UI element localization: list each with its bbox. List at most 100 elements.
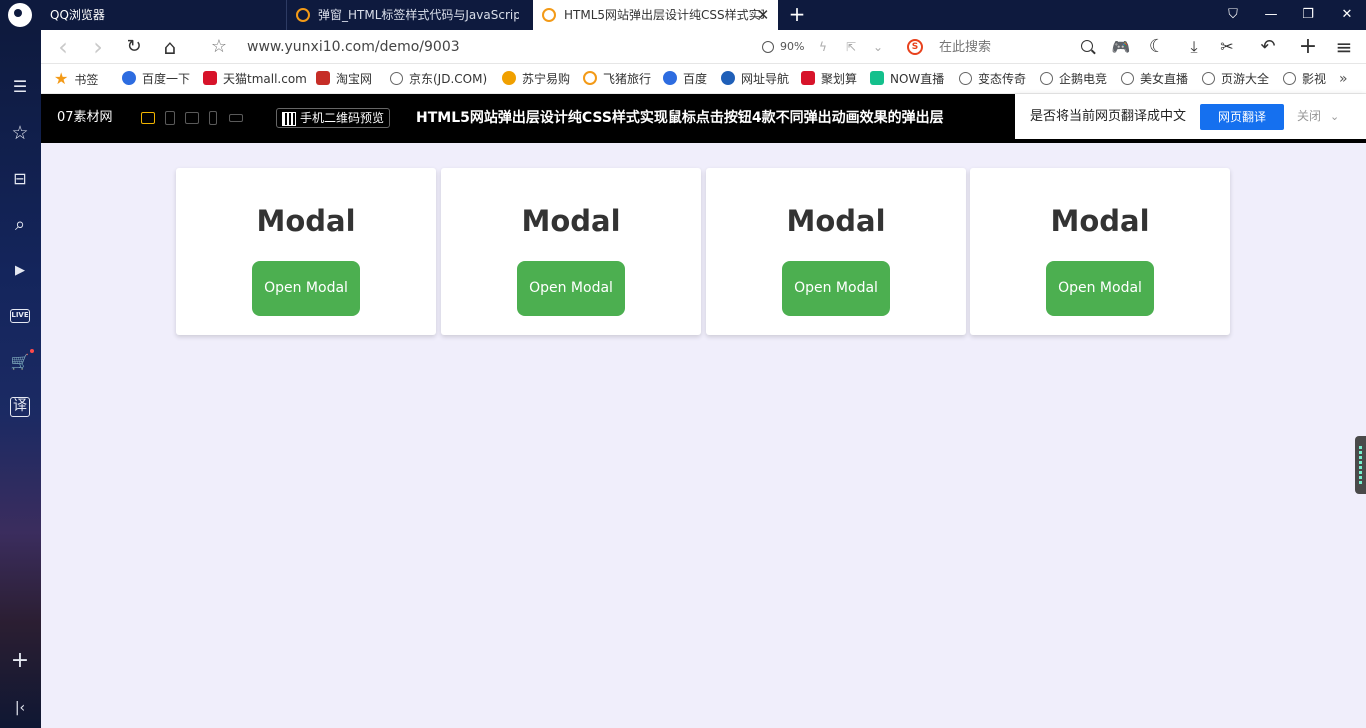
book-icon[interactable]: ⊟ — [8, 167, 32, 191]
juhuasuan-icon — [801, 71, 815, 85]
bookmark-item[interactable]: 影视 — [1283, 64, 1329, 94]
live-icon[interactable]: LIVE — [10, 309, 30, 323]
tab-close-icon[interactable]: ✕ — [756, 0, 770, 30]
open-modal-button[interactable]: Open Modal — [782, 261, 890, 316]
zoom-level[interactable]: 90% — [780, 30, 804, 64]
video-icon[interactable]: ▶ — [8, 259, 32, 283]
suning-icon — [502, 71, 516, 85]
card-title: Modal — [1050, 204, 1150, 238]
baidu-paw-icon — [122, 71, 136, 85]
title-bar: QQ浏览器 弹窗_HTML标签样式代码与JavaScript HTML5网站弹出… — [0, 0, 1366, 30]
translate-prompt: 是否将当前网页翻译成中文 — [1030, 109, 1187, 124]
bookmark-item[interactable]: 百度 — [663, 64, 707, 94]
collapse-sidebar-icon[interactable]: |‹ — [8, 696, 32, 720]
menu-icon[interactable]: ≡ — [1332, 35, 1356, 59]
favorites-star-icon[interactable]: ☆ — [8, 121, 32, 145]
bookmark-item[interactable]: 网址导航 — [721, 64, 789, 94]
night-mode-icon[interactable]: ☾ — [1145, 35, 1169, 59]
search-icon[interactable]: ⌕ — [8, 213, 32, 237]
lightning-icon[interactable]: ϟ — [815, 39, 831, 55]
translate-button[interactable]: 网页翻译 — [1200, 104, 1284, 130]
shopping-cart-icon[interactable]: 🛒 — [8, 350, 32, 374]
now-live-icon — [870, 71, 884, 85]
app-name: QQ浏览器 — [50, 8, 105, 22]
bookmark-item[interactable]: 百度一下 — [122, 64, 190, 94]
search-icon[interactable] — [1081, 40, 1093, 52]
back-button[interactable]: ‹ — [51, 35, 75, 59]
fliggy-icon — [583, 71, 597, 85]
bookmark-item[interactable]: 页游大全 — [1202, 64, 1269, 94]
bookmark-item[interactable]: NOW直播 — [870, 64, 944, 94]
bookmark-item[interactable]: 京东(JD.COM) — [390, 64, 487, 94]
bookmark-star-icon[interactable]: ☆ — [207, 35, 231, 59]
page-content: Modal Open Modal Modal Open Modal Modal … — [41, 143, 1366, 728]
close-window-button[interactable]: ✕ — [1330, 0, 1364, 30]
bookmarks-bar: ★ 书签 百度一下 天猫tmall.com 淘宝网 京东(JD.COM) 苏宁易购… — [41, 64, 1366, 94]
chevron-down-icon[interactable]: ⌄ — [870, 39, 886, 55]
forward-button[interactable]: › — [86, 35, 110, 59]
open-modal-button[interactable]: Open Modal — [517, 261, 625, 316]
star-icon: ★ — [54, 69, 69, 88]
translate-popup: 是否将当前网页翻译成中文 网页翻译 关闭 ⌄ — [1015, 94, 1366, 139]
skin-button[interactable]: ⛉ — [1216, 0, 1250, 30]
bookmark-item[interactable]: 美女直播 — [1121, 64, 1188, 94]
globe-icon — [1121, 72, 1134, 85]
globe-icon — [959, 72, 972, 85]
add-icon[interactable]: + — [1296, 35, 1320, 59]
translate-close-button[interactable]: 关闭 — [1297, 94, 1321, 139]
taobao-icon — [316, 71, 330, 85]
tablet-landscape-icon[interactable] — [185, 112, 199, 124]
download-icon[interactable]: ⤓ — [1182, 35, 1206, 59]
side-drawer-handle[interactable] — [1355, 436, 1366, 494]
address-bar: ‹ › ↻ ⌂ ☆ www.yunxi10.com/demo/9003 90% … — [41, 30, 1366, 64]
reload-button[interactable]: ↻ — [122, 35, 146, 59]
bookmark-item[interactable]: 企鹅电竞 — [1040, 64, 1107, 94]
card-title: Modal — [521, 204, 621, 238]
bookmark-item[interactable]: ★ 书签 — [54, 64, 98, 94]
tab-inactive[interactable]: 弹窗_HTML标签样式代码与JavaScript — [287, 0, 533, 30]
undo-icon[interactable]: ↶ — [1256, 35, 1280, 59]
share-icon[interactable]: ⇱ — [843, 39, 859, 55]
restore-button[interactable]: ❐ — [1291, 0, 1325, 30]
zoom-icon[interactable] — [762, 41, 774, 53]
globe-icon — [1040, 72, 1053, 85]
tab-title: HTML5网站弹出层设计纯CSS样式实现 — [564, 8, 764, 22]
qr-preview-button[interactable]: 手机二维码预览 — [276, 108, 391, 128]
chevron-down-icon[interactable]: ⌄ — [1330, 94, 1339, 139]
page-title: HTML5网站弹出层设计纯CSS样式实现鼠标点击按钮4款不同弹出动画效果的弹出层 — [416, 110, 944, 126]
new-tab-button[interactable]: + — [787, 0, 807, 30]
game-controller-icon[interactable]: 🎮 — [1109, 35, 1133, 59]
sidebar: ☰ ☆ ⊟ ⌕ ▶ LIVE 🛒 译 + |‹ — [0, 30, 41, 728]
bookmarks-more-icon[interactable]: » — [1339, 64, 1348, 94]
add-icon[interactable]: + — [8, 649, 32, 673]
globe-icon — [1283, 72, 1296, 85]
minimize-button[interactable]: — — [1254, 0, 1288, 30]
modal-card: Modal Open Modal — [706, 168, 966, 335]
bookmark-item[interactable]: 飞猪旅行 — [583, 64, 651, 94]
baidu-paw-icon — [663, 71, 677, 85]
search-engine-icon[interactable]: S — [907, 39, 923, 55]
phone-landscape-icon[interactable] — [229, 114, 243, 122]
home-button[interactable]: ⌂ — [158, 35, 182, 59]
translate-icon[interactable]: 译 — [10, 397, 30, 417]
site-brand[interactable]: 07素材网 — [57, 94, 113, 141]
open-modal-button[interactable]: Open Modal — [252, 261, 360, 316]
open-modal-button[interactable]: Open Modal — [1046, 261, 1154, 316]
scissors-icon[interactable]: ✂ — [1215, 35, 1239, 59]
tablet-portrait-icon[interactable] — [165, 111, 175, 125]
globe-icon — [1202, 72, 1215, 85]
bookmark-item[interactable]: 淘宝网 — [316, 64, 372, 94]
phone-portrait-icon[interactable] — [209, 111, 217, 125]
bookmark-item[interactable]: 天猫tmall.com — [203, 64, 307, 94]
tab-active[interactable]: HTML5网站弹出层设计纯CSS样式实现 ✕ — [533, 0, 778, 30]
hao-navigation-icon — [721, 71, 735, 85]
bookmark-item[interactable]: 变态传奇 — [959, 64, 1026, 94]
reading-list-icon[interactable]: ☰ — [8, 75, 32, 99]
url-field[interactable]: www.yunxi10.com/demo/9003 — [247, 30, 460, 64]
tab-title: 弹窗_HTML标签样式代码与JavaScript — [318, 8, 519, 22]
search-input[interactable] — [939, 36, 1089, 58]
bookmark-item[interactable]: 聚划算 — [801, 64, 857, 94]
desktop-view-icon[interactable] — [141, 112, 155, 124]
bookmark-item[interactable]: 苏宁易购 — [502, 64, 570, 94]
modal-card: Modal Open Modal — [970, 168, 1230, 335]
